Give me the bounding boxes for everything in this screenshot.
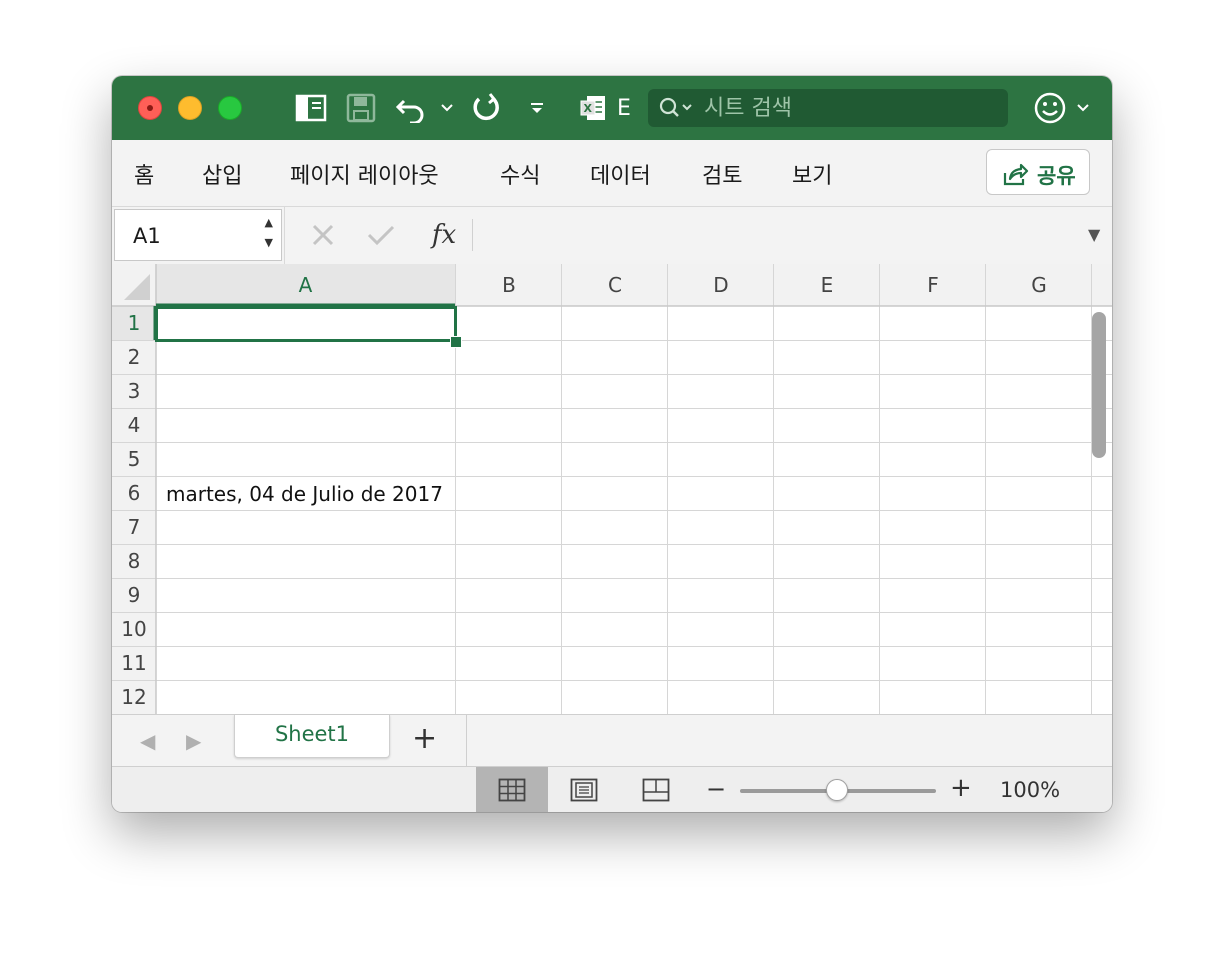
column-header-c[interactable]: C	[562, 264, 668, 306]
feedback-chevron-icon[interactable]	[1074, 92, 1092, 124]
row-header[interactable]: 5	[112, 442, 156, 476]
page-layout-view-icon[interactable]	[548, 767, 620, 812]
share-button[interactable]: 공유	[986, 149, 1090, 195]
zoom-level[interactable]: 100%	[1000, 778, 1060, 802]
tab-review[interactable]: 검토	[702, 158, 742, 190]
title-bar: X E	[112, 76, 1112, 140]
customize-toolbar-icon[interactable]	[526, 92, 548, 124]
tab-page-layout[interactable]: 페이지 레이아웃	[290, 158, 439, 190]
row-header[interactable]: 3	[112, 374, 156, 408]
page-break-view-icon[interactable]	[620, 767, 692, 812]
sheet-tab-label: Sheet1	[274, 722, 350, 746]
row-header[interactable]: 6	[112, 476, 156, 510]
sidebar-toggle-icon[interactable]	[294, 92, 328, 124]
minimize-window-button[interactable]	[178, 96, 202, 120]
fill-handle[interactable]	[450, 336, 462, 348]
confirm-icon[interactable]	[362, 217, 400, 253]
tab-data[interactable]: 데이터	[590, 158, 651, 190]
svg-text:X: X	[584, 102, 593, 115]
tab-home[interactable]: 홈	[134, 158, 154, 190]
name-box-up-icon[interactable]: ▲	[265, 216, 273, 229]
row-header[interactable]: 8	[112, 544, 156, 578]
sheet-bar-divider	[466, 715, 467, 767]
tab-formulas[interactable]: 수식	[500, 158, 540, 190]
excel-doc-icon: X	[578, 92, 610, 124]
document-title: E	[617, 95, 631, 121]
status-bar: − + 100%	[112, 766, 1112, 812]
share-label: 공유	[1037, 164, 1076, 188]
smiley-feedback-icon[interactable]	[1032, 92, 1068, 124]
normal-view-icon[interactable]	[476, 767, 548, 812]
search-input[interactable]	[704, 89, 994, 127]
worksheet-grid[interactable]: A B C D E F G 1 2 3 4 5 6 7 8 9 10 11 12…	[112, 264, 1112, 714]
cell-a6[interactable]: martes, 04 de Julio de 2017	[166, 482, 443, 506]
vertical-scrollbar[interactable]	[1092, 312, 1106, 458]
cancel-icon[interactable]	[304, 217, 342, 253]
column-header-b[interactable]: B	[456, 264, 562, 306]
row-header[interactable]: 10	[112, 612, 156, 646]
row-header[interactable]: 12	[112, 680, 156, 714]
zoom-out-button[interactable]: −	[706, 775, 726, 803]
chevron-down-icon[interactable]	[438, 92, 456, 124]
row-header[interactable]: 7	[112, 510, 156, 544]
expand-formula-icon[interactable]: ▼	[1088, 225, 1100, 244]
next-sheet-icon[interactable]: ▶	[186, 729, 201, 753]
search-box[interactable]	[648, 89, 1008, 127]
tab-insert[interactable]: 삽입	[202, 158, 242, 190]
row-header[interactable]: 1	[112, 306, 156, 340]
column-header-g[interactable]: G	[986, 264, 1092, 306]
zoom-slider-knob[interactable]	[826, 779, 848, 801]
tab-view[interactable]: 보기	[792, 158, 832, 190]
zoom-window-button[interactable]	[218, 96, 242, 120]
ribbon-tabs: 홈 삽입 페이지 레이아웃 수식 데이터 검토 보기 공유	[112, 140, 1112, 206]
row-header[interactable]: 11	[112, 646, 156, 680]
column-header-e[interactable]: E	[774, 264, 880, 306]
sheet-tab-sheet1[interactable]: Sheet1	[234, 715, 390, 758]
formula-bar: A1 ▲ ▼ fx ▼	[112, 206, 1112, 265]
close-window-button[interactable]	[138, 96, 162, 120]
insert-function-button[interactable]: fx	[424, 217, 464, 253]
selected-cell-a1[interactable]	[155, 306, 457, 342]
row-header[interactable]: 2	[112, 340, 156, 374]
add-sheet-button[interactable]: +	[412, 721, 437, 756]
undo-icon[interactable]	[394, 92, 428, 124]
zoom-in-button[interactable]: +	[950, 773, 972, 803]
formula-divider	[284, 207, 285, 265]
sheet-tab-bar: ◀ ▶ Sheet1 +	[112, 714, 1112, 767]
formula-input[interactable]	[474, 211, 1072, 261]
row-header[interactable]: 4	[112, 408, 156, 442]
column-header-f[interactable]: F	[880, 264, 986, 306]
share-icon	[1001, 161, 1029, 191]
name-box-down-icon[interactable]: ▼	[265, 236, 273, 249]
row-header[interactable]: 9	[112, 578, 156, 612]
search-icon	[658, 96, 696, 124]
name-box[interactable]: A1 ▲ ▼	[114, 209, 282, 261]
redo-icon[interactable]	[468, 92, 504, 124]
fx-divider	[472, 219, 473, 251]
excel-window: X E 홈 삽입 페이지 레이아웃 수식 데이터 검토 보기 공유	[112, 76, 1112, 812]
name-box-value: A1	[133, 224, 161, 248]
prev-sheet-icon[interactable]: ◀	[140, 729, 155, 753]
column-header-d[interactable]: D	[668, 264, 774, 306]
column-header-a[interactable]: A	[156, 264, 455, 306]
save-icon[interactable]	[344, 92, 378, 124]
